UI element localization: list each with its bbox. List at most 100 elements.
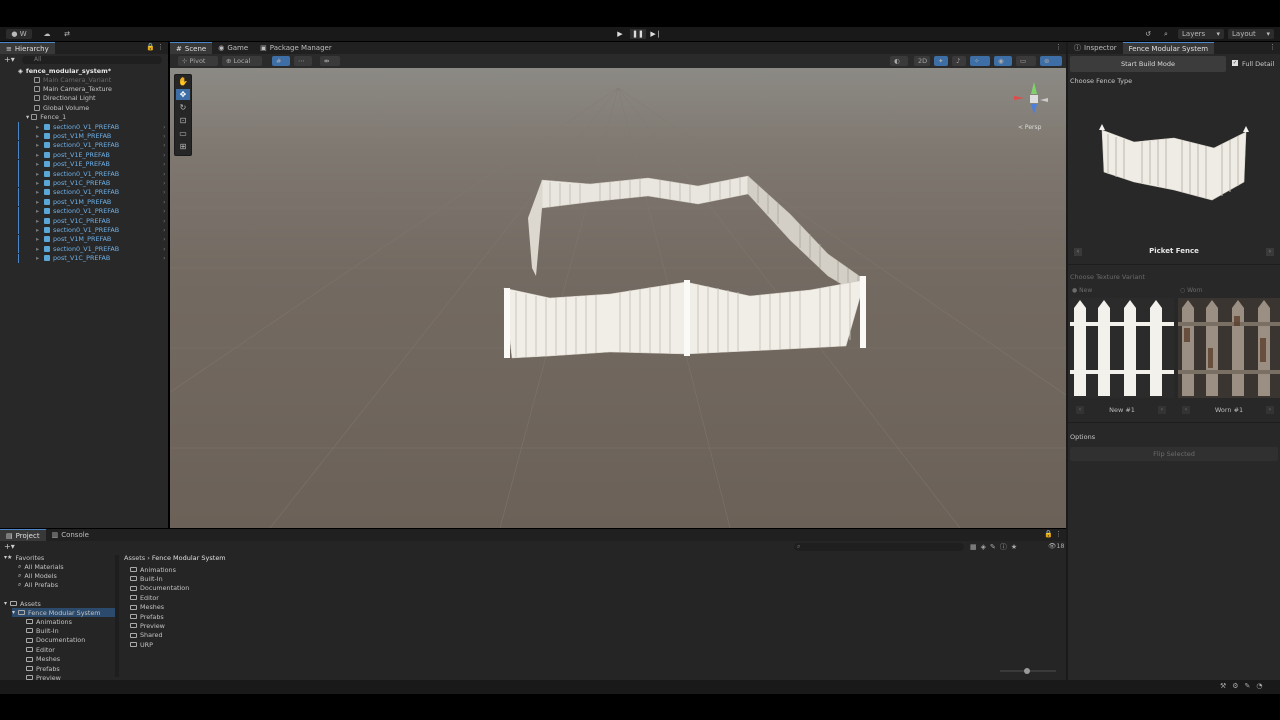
panel-menu-icon[interactable]: 🔒 ⋮ bbox=[1044, 530, 1062, 538]
tree-folder-item[interactable]: Meshes bbox=[26, 655, 60, 664]
open-prefab-icon[interactable]: › bbox=[163, 123, 166, 131]
open-prefab-icon[interactable]: › bbox=[163, 254, 166, 262]
history-icon[interactable]: ↺ bbox=[1142, 29, 1154, 39]
folder-item[interactable]: Shared bbox=[130, 631, 163, 640]
local-dropdown[interactable]: ⊕ Local bbox=[222, 56, 262, 66]
tab-game[interactable]: ◉ Game bbox=[212, 42, 254, 54]
favorite-item[interactable]: ⌕ All Prefabs bbox=[18, 581, 58, 590]
project-search-input[interactable]: ⌕ bbox=[794, 543, 964, 551]
increment-button[interactable]: ⇹ bbox=[320, 56, 340, 66]
move-tool-icon[interactable]: ✥ bbox=[176, 89, 190, 100]
assets-header[interactable]: ▾ Assets bbox=[4, 599, 41, 608]
chevron-right-icon[interactable]: ▸ bbox=[36, 141, 39, 149]
tree-scrollbar[interactable] bbox=[115, 555, 119, 677]
favorites-header[interactable]: ▾★ Favorites bbox=[4, 553, 44, 562]
snap-increment-button[interactable]: ⋯ bbox=[294, 56, 312, 66]
open-prefab-icon[interactable]: › bbox=[163, 235, 166, 243]
start-build-mode-button[interactable]: Start Build Mode bbox=[1070, 56, 1226, 72]
chevron-down-icon[interactable]: ▾ bbox=[26, 113, 29, 121]
panel-menu-icon[interactable]: ⋮ bbox=[1269, 43, 1276, 51]
folder-item[interactable]: Prefabs bbox=[130, 612, 164, 621]
chevron-right-icon[interactable]: ▸ bbox=[36, 132, 39, 140]
pause-button[interactable]: ❚❚ bbox=[630, 29, 646, 39]
open-prefab-icon[interactable]: › bbox=[163, 151, 166, 159]
layout-dropdown[interactable]: Layout ▾ bbox=[1228, 29, 1274, 39]
chevron-right-icon[interactable]: ▸ bbox=[36, 123, 39, 131]
draw-mode-button[interactable]: ◐ bbox=[890, 56, 908, 66]
rect-tool-icon[interactable]: ▭ bbox=[176, 128, 190, 139]
open-prefab-icon[interactable]: › bbox=[163, 198, 166, 206]
hidden-packages-badge[interactable]: 👁18 bbox=[1048, 542, 1065, 550]
2d-toggle[interactable]: 2D bbox=[914, 56, 930, 66]
favorite-item[interactable]: ⌕ All Models bbox=[18, 571, 57, 580]
panel-menu-icon[interactable]: 🔒 ⋮ bbox=[146, 43, 164, 51]
open-prefab-icon[interactable]: › bbox=[163, 141, 166, 149]
tree-folder-item[interactable]: Prefabs bbox=[26, 664, 60, 673]
cloud-icon[interactable]: ☁ bbox=[40, 29, 54, 39]
hidden-objects-toggle[interactable]: ◉ bbox=[994, 56, 1012, 66]
folder-item[interactable]: Documentation bbox=[130, 584, 189, 593]
grid-snap-button[interactable]: # bbox=[272, 56, 290, 66]
open-prefab-icon[interactable]: › bbox=[163, 188, 166, 196]
chevron-right-icon[interactable]: ▸ bbox=[36, 226, 39, 234]
texture-new-thumbnail[interactable] bbox=[1070, 298, 1174, 398]
chevron-right-icon[interactable]: ▸ bbox=[36, 245, 39, 253]
collab-icon[interactable]: ⇄ bbox=[60, 29, 74, 39]
next-worn-variant-button[interactable]: › bbox=[1266, 406, 1274, 414]
open-prefab-icon[interactable]: › bbox=[163, 179, 166, 187]
chevron-right-icon[interactable]: ▸ bbox=[36, 151, 39, 159]
effects-toggle[interactable]: ✧ bbox=[970, 56, 990, 66]
chevron-right-icon[interactable]: ▸ bbox=[36, 188, 39, 196]
audio-toggle[interactable]: ♪ bbox=[952, 56, 966, 66]
orientation-gizmo[interactable] bbox=[1008, 78, 1054, 130]
folder-item[interactable]: Preview bbox=[130, 621, 165, 630]
open-prefab-icon[interactable]: › bbox=[163, 217, 166, 225]
tab-project[interactable]: ▤ Project bbox=[0, 529, 46, 541]
tab-console[interactable]: ▥ Console bbox=[46, 529, 95, 541]
breadcrumb-assets[interactable]: Assets bbox=[124, 554, 145, 562]
step-button[interactable]: ▶❘ bbox=[648, 29, 664, 39]
chevron-right-icon[interactable]: ▸ bbox=[36, 198, 39, 206]
hierarchy-search-input[interactable]: All bbox=[22, 56, 162, 64]
open-prefab-icon[interactable]: › bbox=[163, 207, 166, 215]
chevron-right-icon[interactable]: ▸ bbox=[36, 179, 39, 187]
open-prefab-icon[interactable]: › bbox=[163, 226, 166, 234]
perspective-label[interactable]: < Persp bbox=[1018, 124, 1041, 131]
chevron-right-icon[interactable]: ▸ bbox=[36, 217, 39, 225]
transform-tool-icon[interactable]: ⊞ bbox=[176, 141, 190, 152]
rotate-tool-icon[interactable]: ↻ bbox=[176, 102, 190, 113]
scene-root-row[interactable]: ◈ fence_modular_system* bbox=[18, 66, 186, 75]
texture-worn-thumbnail[interactable] bbox=[1178, 298, 1280, 398]
open-prefab-icon[interactable]: › bbox=[163, 160, 166, 168]
layers-dropdown[interactable]: Layers ▾ bbox=[1178, 29, 1224, 39]
full-detail-checkbox[interactable]: ✓ bbox=[1232, 60, 1238, 66]
tab-scene[interactable]: # Scene bbox=[170, 42, 213, 54]
camera-settings-button[interactable]: ▭ bbox=[1016, 56, 1036, 66]
tree-item-fence-modular-system[interactable]: ▾ Fence Modular System bbox=[12, 608, 118, 617]
folder-item[interactable]: Meshes bbox=[130, 603, 164, 612]
folder-item[interactable]: Animations bbox=[130, 565, 176, 574]
add-icon[interactable]: +▾ bbox=[4, 55, 15, 64]
tree-folder-item[interactable]: Animations bbox=[26, 617, 72, 626]
chevron-right-icon[interactable]: ▸ bbox=[36, 160, 39, 168]
tree-folder-item[interactable]: Built-In bbox=[26, 626, 59, 635]
play-button[interactable]: ▶ bbox=[612, 29, 628, 39]
zoom-slider-handle[interactable] bbox=[1024, 668, 1030, 674]
search-icon[interactable]: ⌕ bbox=[1160, 29, 1172, 39]
tab-hierarchy[interactable]: ≡ Hierarchy bbox=[0, 42, 55, 54]
variant-new-tab[interactable]: ● New bbox=[1072, 287, 1092, 294]
folder-item[interactable]: Built-In bbox=[130, 574, 163, 583]
scene-viewport[interactable]: < Persp bbox=[170, 68, 1066, 528]
favorite-item[interactable]: ⌕ All Materials bbox=[18, 562, 64, 571]
status-icons[interactable]: ⚒⚙✎◔ bbox=[1220, 682, 1269, 690]
tree-folder-item[interactable]: Documentation bbox=[26, 636, 85, 645]
tab-package-manager[interactable]: ▣ Package Manager bbox=[254, 42, 338, 54]
panel-splitter[interactable] bbox=[1066, 42, 1068, 680]
next-fence-type-button[interactable]: › bbox=[1266, 248, 1274, 256]
project-filter-icons[interactable]: ▦◈✎ⓘ★ bbox=[970, 542, 1021, 552]
account-dropdown[interactable]: ● W bbox=[6, 29, 32, 39]
scale-tool-icon[interactable]: ⊡ bbox=[176, 115, 190, 126]
tab-fence-modular-system[interactable]: Fence Modular System bbox=[1122, 42, 1215, 54]
open-prefab-icon[interactable]: › bbox=[163, 170, 166, 178]
open-prefab-icon[interactable]: › bbox=[163, 132, 166, 140]
